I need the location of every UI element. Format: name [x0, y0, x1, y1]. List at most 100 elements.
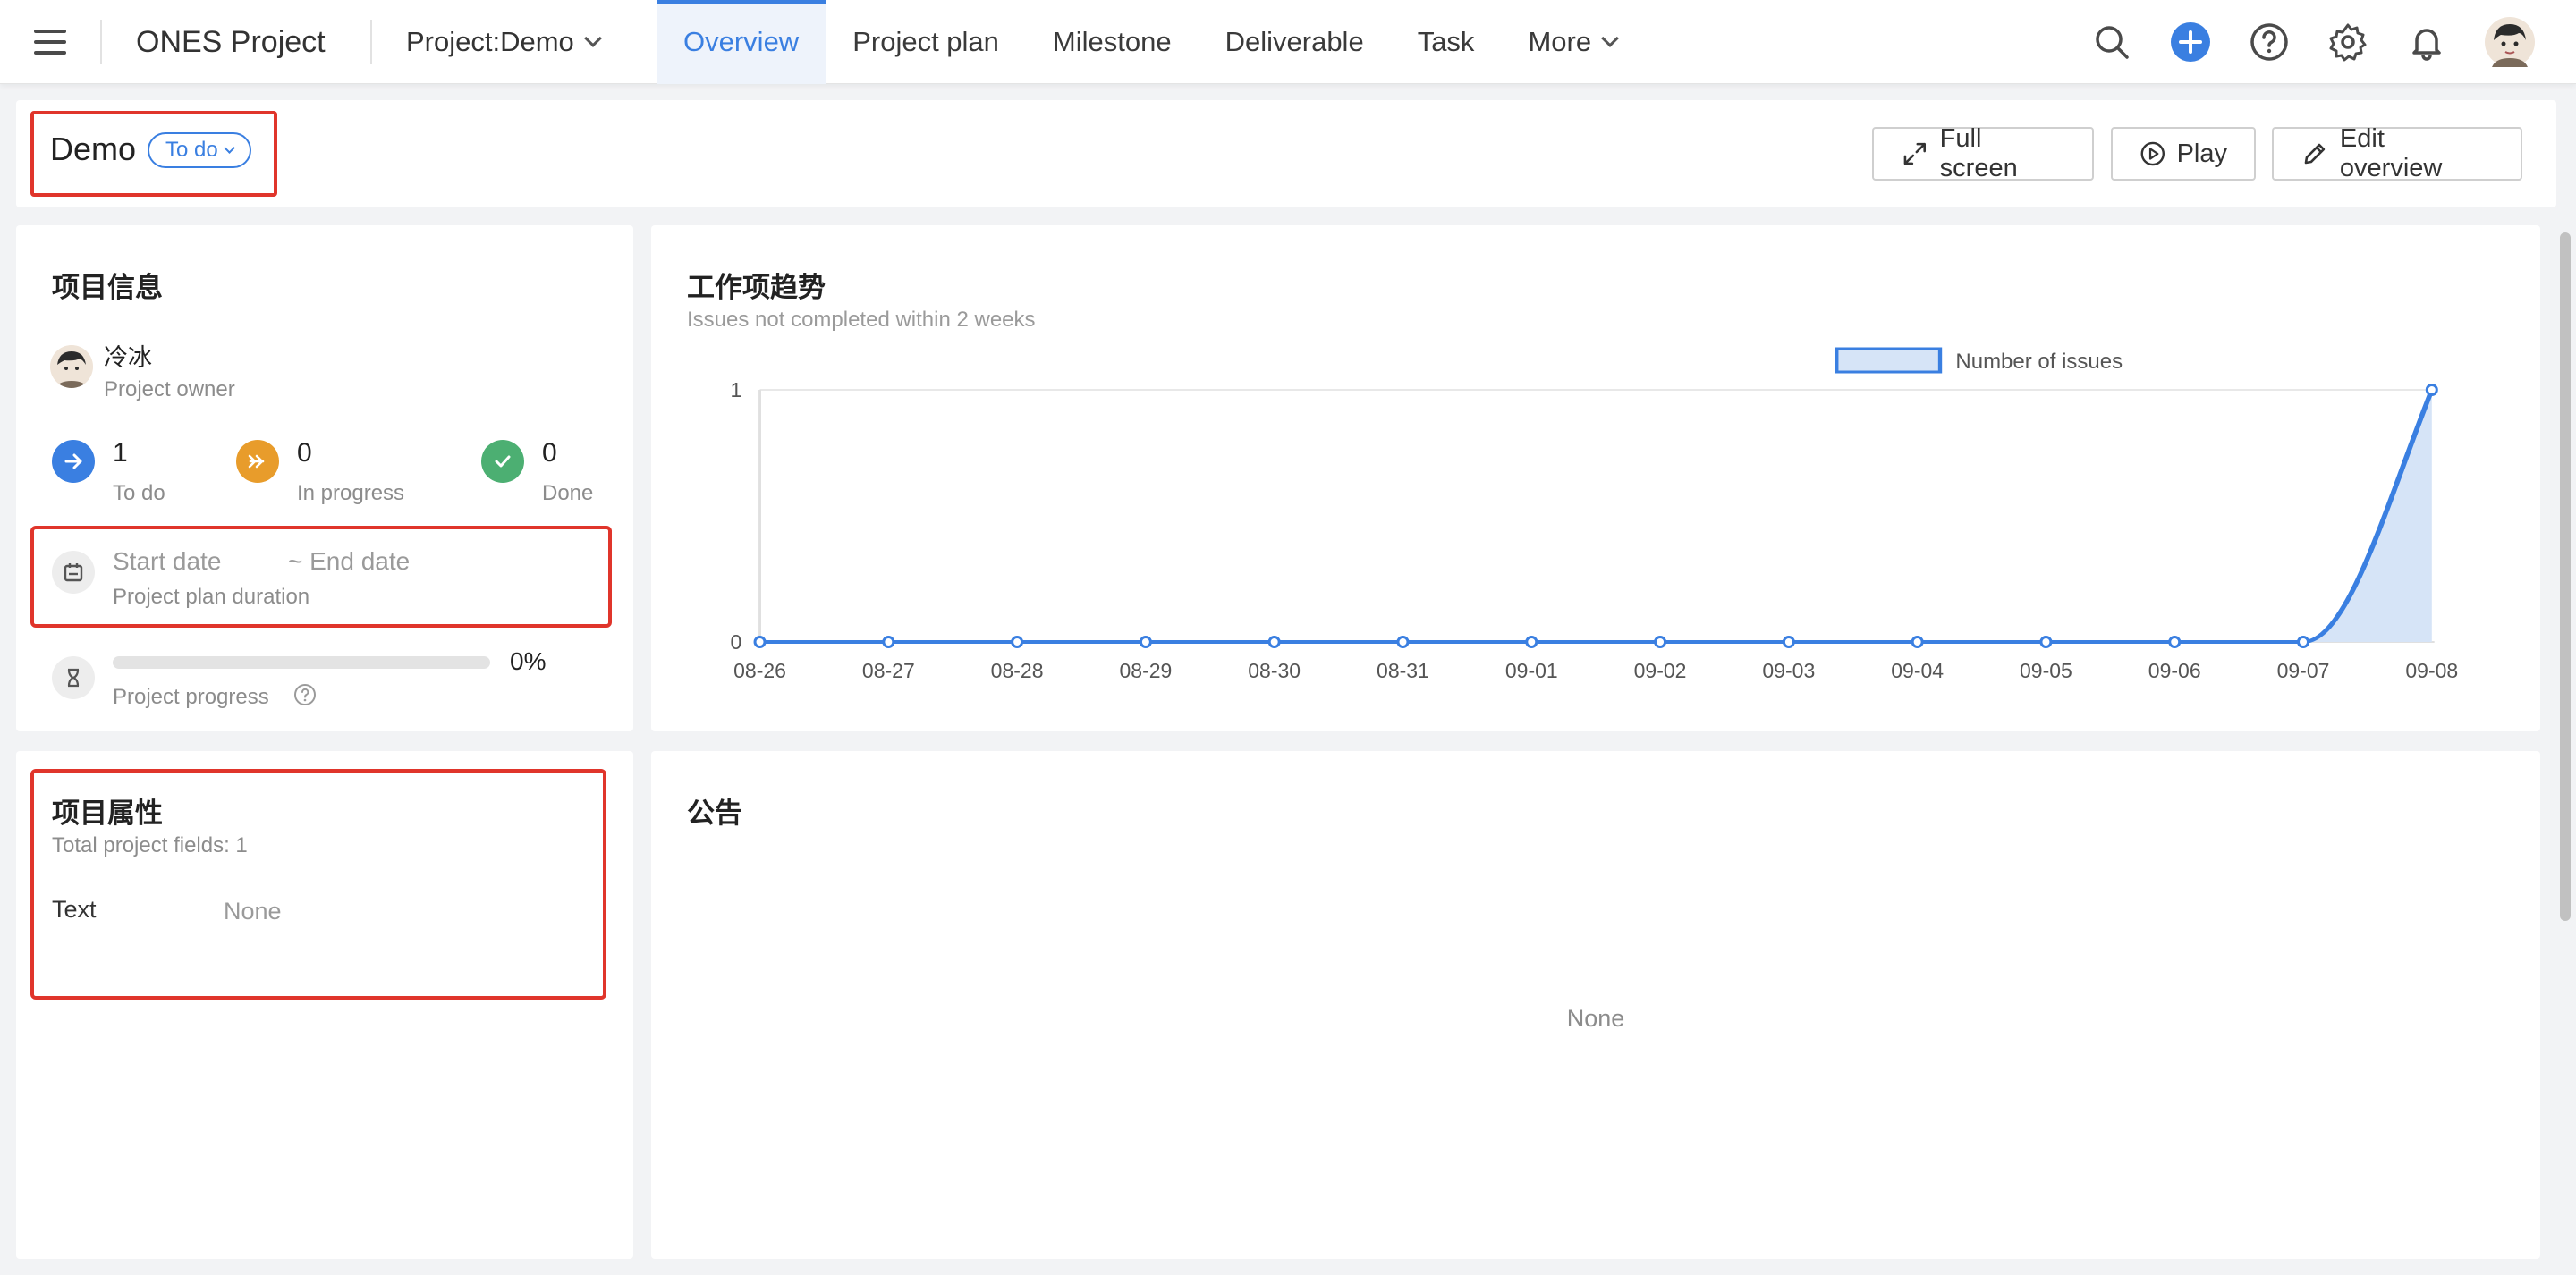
expand-icon: [1903, 142, 1926, 165]
nav-tabs: Overview Project plan Milestone Delivera…: [657, 0, 1643, 84]
data-point: [1782, 636, 1795, 648]
search-icon[interactable]: [2091, 21, 2132, 63]
x-tick-label: 08-28: [991, 659, 1044, 682]
tab-deliverable[interactable]: Deliverable: [1199, 0, 1391, 84]
status-dropdown[interactable]: To do: [148, 132, 251, 168]
x-tick-label: 09-04: [1891, 659, 1944, 682]
tab-more-label: More: [1528, 26, 1592, 57]
app-title: ONES Project: [136, 25, 326, 59]
progress-bar: [113, 656, 490, 669]
x-tick-label: 08-27: [862, 659, 915, 682]
chevron-down-icon: [1601, 30, 1619, 47]
y-tick-label: 0: [730, 630, 741, 654]
divider: [370, 20, 372, 64]
fields-count: Total project fields: 1: [52, 833, 248, 857]
tab-task[interactable]: Task: [1391, 0, 1502, 84]
todo-count: 1: [113, 438, 128, 468]
project-selector[interactable]: Project:Demo: [406, 0, 602, 84]
help-icon[interactable]: [293, 683, 317, 706]
help-icon[interactable]: [2249, 21, 2290, 63]
legend-label: Number of issues: [1955, 350, 2123, 374]
full-screen-label: Full screen: [1939, 124, 2018, 182]
x-tick-label: 09-05: [2020, 659, 2072, 682]
top-navigation-bar: ONES Project Project:Demo Overview Proje…: [0, 0, 2576, 84]
trend-card: 工作项趋势 Issues not completed within 2 week…: [651, 225, 2540, 731]
progress-value: 0%: [510, 647, 547, 675]
todo-icon: [52, 440, 95, 483]
x-tick-label: 09-07: [2277, 659, 2330, 682]
card-title: 项目信息: [52, 272, 163, 303]
add-icon[interactable]: [2170, 21, 2211, 63]
scrollbar-thumb[interactable]: [2560, 232, 2571, 921]
owner-avatar: [50, 345, 93, 388]
full-screen-button[interactable]: Full screen: [1872, 124, 2094, 182]
end-date-input[interactable]: ~ End date: [288, 547, 410, 576]
in-progress-label: In progress: [297, 481, 405, 505]
field-name: Text: [52, 896, 97, 923]
empty-state: None: [1566, 1005, 1625, 1032]
x-tick-label: 09-01: [1505, 659, 1558, 682]
user-avatar[interactable]: [2485, 17, 2535, 67]
duration-label: Project plan duration: [113, 585, 310, 609]
status-label: To do: [165, 138, 218, 162]
done-label: Done: [542, 481, 594, 505]
data-point: [2039, 636, 2053, 648]
data-point: [2297, 636, 2310, 648]
x-tick-label: 08-31: [1377, 659, 1429, 682]
data-point: [1267, 636, 1281, 648]
x-tick-label: 09-03: [1762, 659, 1815, 682]
data-point: [1654, 636, 1667, 648]
hourglass-icon: [52, 656, 95, 699]
play-label: Play: [2176, 139, 2227, 168]
in-progress-count: 0: [297, 438, 312, 468]
x-tick-label: 09-02: [1634, 659, 1687, 682]
data-point: [1525, 636, 1538, 648]
project-selector-label: Project:Demo: [406, 26, 574, 57]
chevron-down-icon: [583, 30, 602, 47]
tab-milestone[interactable]: Milestone: [1026, 0, 1199, 84]
highlight-box: [30, 526, 612, 628]
notification-icon[interactable]: [2406, 21, 2447, 63]
card-title: 公告: [687, 798, 742, 829]
x-tick-label: 08-26: [733, 659, 786, 682]
divider: [100, 20, 102, 64]
x-tick-label: 08-30: [1248, 659, 1301, 682]
settings-icon[interactable]: [2327, 21, 2368, 63]
legend-swatch: [1835, 347, 1943, 374]
owner-name: 冷冰: [104, 344, 152, 371]
progress-label: Project progress: [113, 685, 269, 709]
series-area: [759, 390, 2432, 642]
x-tick-label: 09-08: [2405, 659, 2458, 682]
project-header: Demo To do Full screen Play Edit overvie…: [16, 100, 2556, 207]
data-point: [2168, 636, 2182, 648]
play-button[interactable]: Play: [2111, 127, 2256, 181]
data-point: [1911, 636, 1924, 648]
edit-icon: [2304, 143, 2326, 165]
chevron-down-icon: [223, 142, 235, 154]
project-name: Demo: [50, 131, 137, 167]
field-value[interactable]: None: [224, 898, 282, 925]
announcement-card: 公告 None: [651, 751, 2540, 1259]
todo-label: To do: [113, 481, 165, 505]
tab-more[interactable]: More: [1501, 0, 1643, 84]
in-progress-icon: [236, 440, 279, 483]
data-point: [753, 636, 767, 648]
start-date-input[interactable]: Start date: [113, 547, 221, 576]
tab-overview[interactable]: Overview: [657, 0, 826, 84]
play-icon: [2140, 141, 2165, 166]
done-count: 0: [542, 438, 557, 468]
x-tick-label: 09-06: [2148, 659, 2201, 682]
edit-overview-label: Edit overview: [2339, 124, 2443, 182]
data-point: [882, 636, 895, 648]
y-tick-label: 1: [730, 378, 741, 401]
tab-project-plan[interactable]: Project plan: [826, 0, 1026, 84]
done-icon: [481, 440, 524, 483]
data-point: [1011, 636, 1024, 648]
owner-label: Project owner: [104, 377, 235, 401]
edit-overview-button[interactable]: Edit overview: [2272, 124, 2522, 182]
data-point: [1139, 636, 1152, 648]
data-point: [1396, 636, 1410, 648]
project-attributes-card: 项目属性 Total project fields: 1 Text None: [16, 751, 633, 1259]
trend-chart: 0 1 Number of issues 08-26 08-27 08-28 08-29 08…: [730, 347, 2458, 682]
menu-icon[interactable]: [34, 30, 66, 55]
